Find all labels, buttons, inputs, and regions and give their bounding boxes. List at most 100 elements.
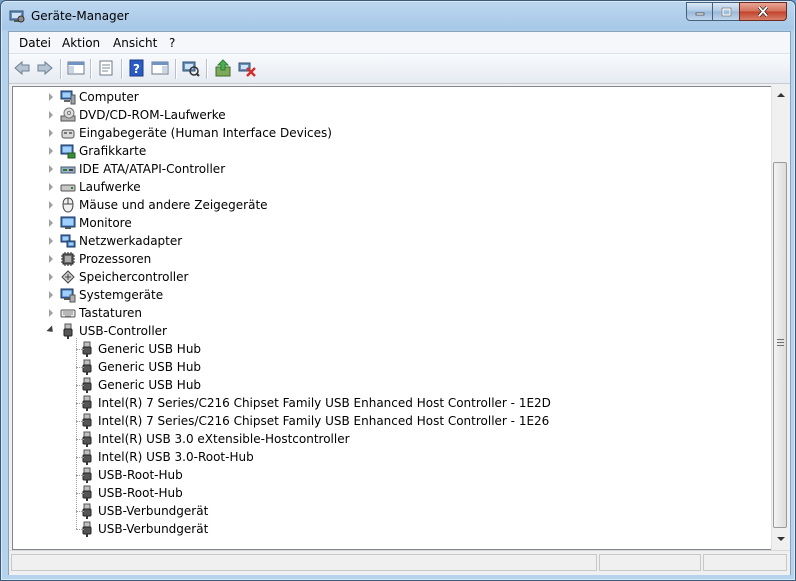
tree-item-label: Laufwerke	[79, 180, 141, 194]
device-manager-icon	[9, 10, 25, 23]
update-driver-icon[interactable]	[214, 59, 232, 77]
tree-category-3[interactable]: Grafikkarte	[46, 142, 146, 160]
monitor-icon	[60, 216, 76, 229]
show-hide-console-tree-icon[interactable]	[67, 59, 85, 77]
tree-item-label: Intel(R) USB 3.0 eXtensible-Hostcontroll…	[98, 432, 350, 446]
device-manager-window: Geräte-Manager Datei Aktion Ansicht ? ?	[0, 0, 796, 581]
usb-device-item[interactable]: Intel(R) USB 3.0 eXtensible-Hostcontroll…	[79, 430, 350, 448]
menu-ansicht[interactable]: Ansicht	[113, 36, 157, 50]
tree-category-11[interactable]: Systemgeräte	[46, 286, 163, 304]
mouse-icon	[62, 197, 74, 213]
tree-category-10[interactable]: Speichercontroller	[46, 268, 188, 286]
usb-device-item[interactable]: USB-Root-Hub	[79, 466, 183, 484]
tree-category-12[interactable]: Tastaturen	[46, 304, 142, 322]
status-cell-3	[703, 554, 787, 571]
action-pane-icon[interactable]	[151, 59, 169, 77]
maximize-button[interactable]	[712, 2, 740, 21]
uninstall-icon[interactable]	[238, 59, 256, 77]
tree-connector-branch	[76, 529, 84, 530]
tree-item-label: Monitore	[79, 216, 132, 230]
tree-category-0[interactable]: Computer	[46, 88, 139, 106]
usb-device-item[interactable]: Intel(R) 7 Series/C216 Chipset Family US…	[79, 412, 549, 430]
tree-category-4[interactable]: IDE ATA/ATAPI-Controller	[46, 160, 225, 178]
tree-connector-branch	[76, 439, 84, 440]
usb-device-item[interactable]: Generic USB Hub	[79, 358, 201, 376]
tree-category-usb-controller[interactable]: USB-Controller	[45, 322, 167, 340]
tree-category-5[interactable]: Laufwerke	[46, 178, 141, 196]
menu-datei[interactable]: Datei	[19, 36, 51, 50]
expand-arrow-icon[interactable]	[46, 237, 55, 246]
window-title: Geräte-Manager	[31, 9, 129, 23]
minimize-button[interactable]	[686, 2, 713, 21]
menu-help[interactable]: ?	[169, 36, 175, 50]
dvd-drive-icon	[60, 107, 76, 122]
tree-connector-branch	[76, 385, 84, 386]
tree-item-label: Intel(R) 7 Series/C216 Chipset Family US…	[98, 414, 550, 428]
title-bar[interactable]: Geräte-Manager	[1, 1, 795, 31]
minimize-icon	[695, 12, 704, 15]
expand-arrow-icon[interactable]	[46, 255, 55, 264]
expand-arrow-icon[interactable]	[46, 129, 55, 138]
tree-item-label: Generic USB Hub	[98, 360, 202, 374]
tree-item-label: USB-Verbundgerät	[98, 522, 209, 536]
tree-category-6[interactable]: Mäuse und andere Zeigegeräte	[46, 196, 268, 214]
hid-icon	[61, 129, 75, 139]
tree-category-1[interactable]: DVD/CD-ROM-Laufwerke	[46, 106, 226, 124]
scroll-down-arrow-icon[interactable]	[777, 537, 785, 541]
tree-category-2[interactable]: Eingabegeräte (Human Interface Devices)	[46, 124, 332, 142]
tree-connector-branch	[76, 403, 84, 404]
tree-item-label: Generic USB Hub	[98, 342, 202, 356]
usb-device-item[interactable]: Intel(R) USB 3.0-Root-Hub	[79, 448, 254, 466]
collapse-arrow-icon[interactable]	[45, 324, 56, 336]
tree-category-9[interactable]: Prozessoren	[46, 250, 151, 268]
tree-item-label: Prozessoren	[79, 252, 152, 266]
scan-hardware-icon[interactable]	[182, 59, 200, 77]
menu-aktion[interactable]: Aktion	[62, 36, 100, 50]
scrollbar-thumb[interactable]	[773, 162, 787, 528]
usb-device-item[interactable]: USB-Root-Hub	[79, 484, 183, 502]
back-icon[interactable]	[13, 59, 31, 77]
help-icon[interactable]: ?	[128, 59, 146, 77]
toolbar: ?	[9, 54, 790, 84]
forward-icon[interactable]	[36, 59, 54, 77]
vertical-scrollbar[interactable]	[771, 86, 789, 550]
expand-arrow-icon[interactable]	[46, 309, 55, 318]
expand-arrow-icon[interactable]	[46, 93, 55, 102]
tree-connector-branch	[76, 349, 84, 350]
maximize-icon	[721, 7, 731, 16]
tree-category-8[interactable]: Netzwerkadapter	[46, 232, 182, 250]
tree-item-label: Speichercontroller	[79, 270, 189, 284]
usb-device-item[interactable]: Intel(R) 7 Series/C216 Chipset Family US…	[79, 394, 551, 412]
expand-arrow-icon[interactable]	[46, 165, 55, 174]
tree-item-label: USB-Verbundgerät	[98, 504, 209, 518]
tree-item-label: USB-Root-Hub	[98, 468, 183, 482]
status-cell-main	[11, 554, 597, 571]
expand-arrow-icon[interactable]	[46, 201, 55, 210]
tree-category-7[interactable]: Monitore	[46, 214, 132, 232]
tree-item-label: Tastaturen	[79, 306, 142, 320]
expand-arrow-icon[interactable]	[46, 273, 55, 282]
properties-icon[interactable]	[97, 59, 115, 77]
tree-item-label: DVD/CD-ROM-Laufwerke	[79, 108, 226, 122]
expand-arrow-icon[interactable]	[46, 147, 55, 156]
menu-bar: Datei Aktion Ansicht ?	[9, 32, 790, 54]
tree-connector-branch	[76, 511, 84, 512]
svg-text:?: ?	[133, 62, 140, 76]
tree-connector-branch	[76, 367, 84, 368]
usb-device-item[interactable]: Generic USB Hub	[79, 340, 201, 358]
close-button[interactable]	[739, 2, 787, 21]
expand-arrow-icon[interactable]	[46, 183, 55, 192]
scroll-up-arrow-icon[interactable]	[777, 93, 785, 97]
usb-device-item[interactable]: USB-Verbundgerät	[79, 520, 208, 538]
tree-item-label: Systemgeräte	[79, 288, 164, 302]
storage-controller-icon	[61, 270, 75, 284]
tree-item-label: Grafikkarte	[79, 144, 147, 158]
expand-arrow-icon[interactable]	[46, 219, 55, 228]
usb-device-item[interactable]: USB-Verbundgerät	[79, 502, 208, 520]
status-cell-2	[599, 554, 701, 571]
expand-arrow-icon[interactable]	[46, 111, 55, 120]
usb-device-item[interactable]: Generic USB Hub	[79, 376, 201, 394]
device-tree[interactable]: Computer DVD/CD-ROM-Laufwerke Eingabegerät…	[12, 86, 771, 550]
expand-arrow-icon[interactable]	[46, 291, 55, 300]
usb-connector-icon	[63, 323, 73, 339]
